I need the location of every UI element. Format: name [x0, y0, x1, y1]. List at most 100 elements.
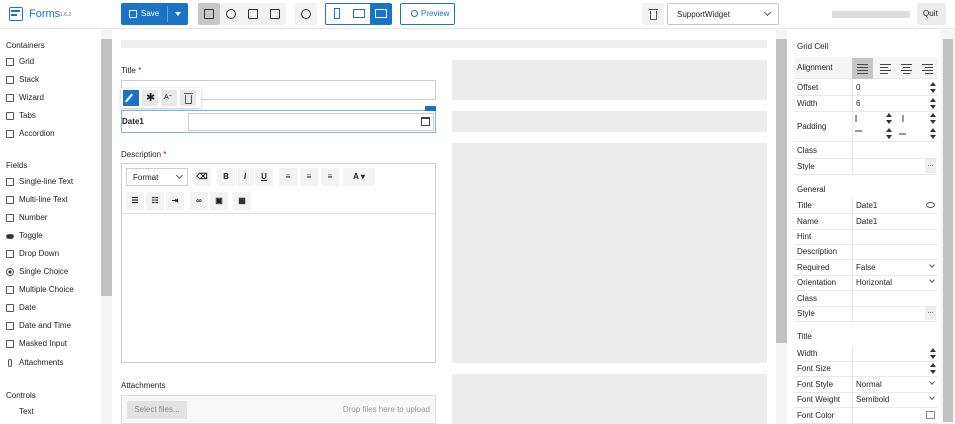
canvas-scrollbar[interactable] — [776, 30, 787, 424]
toolbox-item-attachments[interactable]: Attachments — [6, 355, 100, 371]
edit-button[interactable] — [264, 3, 286, 25]
link-button[interactable]: ∞ — [190, 192, 208, 210]
padding-top-spinner-icon[interactable] — [886, 128, 892, 139]
toolbox-item-date[interactable]: Date — [6, 300, 100, 316]
align-left-button[interactable]: ≡ — [279, 168, 297, 186]
title-width-input[interactable] — [852, 346, 938, 361]
align-right-button[interactable] — [917, 58, 938, 79]
toolbox-item-grid[interactable]: Grid — [6, 54, 100, 70]
delete-widget-button[interactable] — [642, 3, 664, 25]
save-button[interactable]: Save — [121, 3, 188, 25]
font-weight-select[interactable]: Semibold — [852, 392, 938, 407]
padding-right-spinner-icon[interactable] — [930, 113, 936, 124]
table-button[interactable]: ▦ — [233, 192, 251, 210]
padding-bottom-spinner-icon[interactable] — [930, 128, 936, 139]
name-prop-input[interactable]: Date1 — [852, 214, 938, 229]
mobile-view-button[interactable] — [326, 4, 348, 24]
orientation-select[interactable]: Horizontal — [852, 275, 938, 290]
edit-field-button[interactable] — [123, 90, 139, 106]
clear-format-button[interactable]: ⌫ — [193, 168, 211, 186]
format-dropdown[interactable]: Format — [126, 168, 188, 186]
spinner-icon[interactable] — [930, 348, 936, 359]
toolbox-item-accordion[interactable]: Accordion — [6, 126, 100, 142]
toolbox-item-masked-input[interactable]: Masked Input — [6, 336, 100, 352]
date1-input[interactable] — [188, 113, 434, 131]
toolbox-item-wizard[interactable]: Wizard — [6, 90, 100, 106]
image-button[interactable]: ▣ — [210, 192, 228, 210]
underline-button[interactable]: U — [255, 168, 273, 186]
font-style-select[interactable]: Normal — [852, 377, 938, 392]
spinner-icon[interactable] — [930, 363, 936, 374]
quit-button[interactable]: Quit — [917, 3, 946, 25]
delete-field-button[interactable] — [180, 90, 196, 106]
calendar-icon[interactable] — [421, 117, 430, 126]
properties-scrollbar[interactable] — [941, 30, 955, 424]
more-options-icon[interactable]: ... — [925, 306, 936, 320]
align-left-button[interactable] — [875, 58, 896, 79]
bold-button[interactable]: B — [217, 168, 235, 186]
class-prop-input[interactable] — [852, 291, 938, 306]
description-prop-input[interactable] — [852, 244, 938, 259]
tablet-view-button[interactable] — [348, 4, 370, 24]
style-prop-input[interactable]: ... — [852, 306, 938, 321]
empty-cell-placeholder[interactable] — [452, 60, 767, 100]
sidebar-scrollbar-thumb[interactable] — [101, 39, 112, 296]
toolbox-item-toggle[interactable]: Toggle — [6, 228, 100, 244]
padding-left-spinner-icon[interactable] — [886, 113, 892, 124]
italic-button[interactable]: I — [236, 168, 254, 186]
align-justify-button[interactable] — [852, 58, 873, 79]
toolbox-item-single-choice[interactable]: Single Choice — [6, 264, 100, 280]
image-icon: ▣ — [215, 196, 223, 205]
empty-cell-placeholder[interactable] — [452, 111, 767, 132]
label-position-button[interactable]: A⁼ — [161, 90, 177, 106]
attachments-dropzone[interactable]: Select files... Drop files here to uploa… — [121, 395, 436, 424]
theme-button[interactable] — [220, 3, 242, 25]
desktop-view-button[interactable] — [370, 4, 392, 24]
widget-select[interactable]: SupportWidget — [667, 3, 779, 25]
required-select[interactable]: False — [852, 260, 938, 275]
required-toggle-button[interactable]: ✱ — [142, 90, 158, 106]
resize-handle[interactable] — [425, 106, 436, 111]
design-mode-button[interactable] — [198, 3, 220, 25]
toolbox-item-multiple-choice[interactable]: Multiple Choice — [6, 282, 100, 298]
title-prop-input[interactable]: Date1 — [852, 198, 938, 213]
class-input[interactable] — [852, 143, 938, 158]
eye-icon[interactable] — [926, 202, 935, 208]
align-right-button[interactable]: ≡ — [321, 168, 339, 186]
properties-scrollbar-thumb[interactable] — [943, 39, 953, 422]
color-swatch-icon[interactable] — [926, 411, 935, 419]
align-center-button[interactable] — [896, 58, 917, 79]
toolbox-item-drop-down[interactable]: Drop Down — [6, 246, 100, 262]
align-center-button[interactable]: ≡ — [300, 168, 318, 186]
sidebar-scrollbar[interactable] — [101, 30, 112, 424]
toolbox-item-stack[interactable]: Stack — [6, 72, 100, 88]
preview-button[interactable]: Preview — [400, 3, 455, 25]
hint-prop-input[interactable] — [852, 229, 938, 244]
bullet-list-button[interactable]: ☰ — [126, 192, 144, 210]
toolbox-item-date-and-time[interactable]: Date and Time — [6, 318, 100, 334]
select-files-button[interactable]: Select files... — [127, 401, 187, 419]
numbered-list-button[interactable]: ☷ — [146, 192, 164, 210]
width-input[interactable]: 6 — [852, 96, 938, 111]
width-spinner-icon[interactable] — [930, 98, 936, 109]
image-button[interactable] — [242, 3, 264, 25]
canvas-scrollbar-thumb[interactable] — [776, 39, 787, 343]
indent-button[interactable]: ⇥ — [166, 192, 184, 210]
toolbox-item-text[interactable]: Text — [6, 404, 100, 420]
settings-button[interactable] — [295, 3, 317, 25]
style-input[interactable]: ... — [852, 159, 938, 174]
offset-spinner-icon[interactable] — [930, 82, 936, 93]
font-color-input[interactable] — [852, 408, 938, 423]
empty-cell-placeholder[interactable] — [452, 143, 767, 363]
empty-cell-placeholder[interactable] — [452, 374, 767, 424]
date1-field-selected[interactable]: Date1 — [121, 106, 436, 133]
toolbox-item-number[interactable]: Number — [6, 210, 100, 226]
offset-input[interactable]: 0 — [852, 80, 938, 95]
toolbox-item-multi-line-text[interactable]: Multi-line Text — [6, 192, 100, 208]
more-options-icon[interactable]: ... — [925, 159, 936, 173]
font-color-button[interactable]: A ▾ — [343, 168, 375, 186]
save-dropdown-caret-icon[interactable] — [175, 12, 181, 16]
toolbox-item-single-line-text[interactable]: Single-line Text — [6, 174, 100, 190]
toolbox-item-tabs[interactable]: Tabs — [6, 108, 100, 124]
font-size-input[interactable] — [852, 361, 938, 376]
